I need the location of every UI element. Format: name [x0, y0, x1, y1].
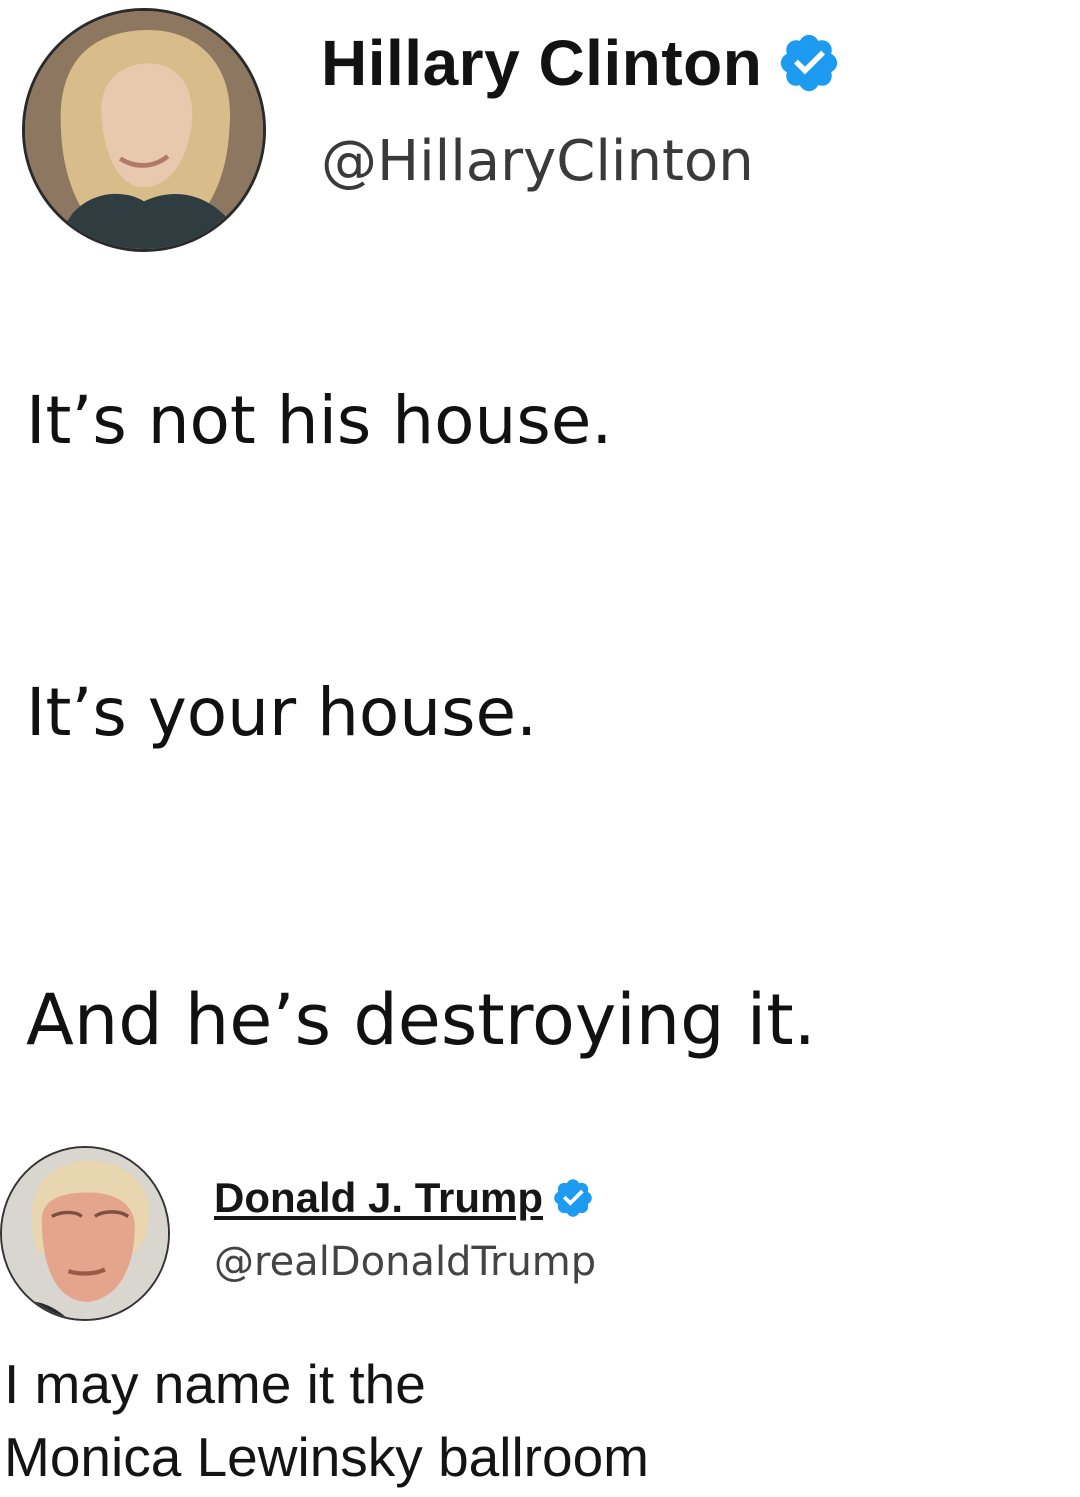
author-handle[interactable]: @HillaryClinton	[321, 134, 842, 190]
avatar[interactable]	[22, 8, 266, 252]
reply-header: Donald J. Trump @realDonaldTrump	[0, 1146, 596, 1321]
author-handle[interactable]: @realDonaldTrump	[214, 1242, 596, 1282]
profile-photo-icon	[2, 1148, 168, 1319]
reply-text-line: I may name it the	[4, 1353, 426, 1415]
avatar[interactable]	[0, 1146, 170, 1321]
profile-photo-icon	[25, 11, 263, 249]
tweet-text-line: And he’s destroying it.	[26, 979, 816, 1061]
author-name[interactable]: Donald J. Trump	[214, 1177, 543, 1219]
tweet-text-line: It’s not his house.	[26, 382, 613, 459]
tweet-header: Hillary Clinton @HillaryClinton	[22, 8, 842, 252]
reply-text-line: Monica Lewinsky ballroom	[4, 1426, 649, 1488]
author-name[interactable]: Hillary Clinton	[321, 31, 762, 95]
tweet-text-line: It’s your house.	[26, 674, 538, 751]
verified-badge-icon	[776, 30, 842, 96]
verified-badge-icon	[551, 1176, 595, 1220]
